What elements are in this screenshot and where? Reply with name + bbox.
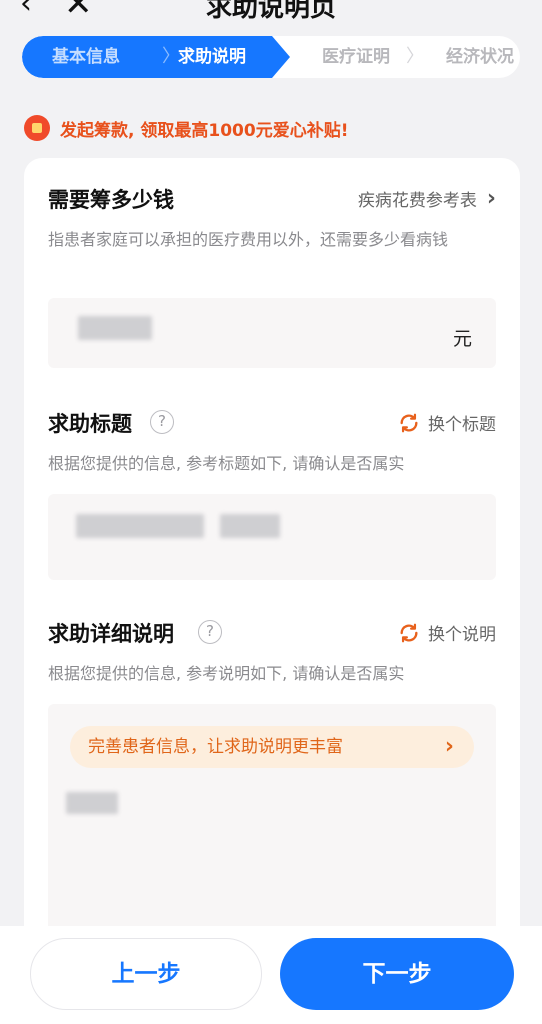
detail-section-description: 根据您提供的信息, 参考说明如下, 请确认是否属实 [48, 664, 405, 683]
chevron-right-icon: 〉 [406, 46, 424, 67]
step-medical-proof[interactable]: 医疗证明 [322, 36, 390, 78]
red-envelope-icon [24, 115, 50, 141]
page-title: 求助说明页 [205, 0, 336, 23]
step-help-description[interactable]: 求助说明 [178, 36, 246, 78]
next-step-button[interactable]: 下一步 [280, 938, 514, 1010]
bottom-action-bar: 上一步 下一步 [0, 926, 542, 1024]
previous-step-button[interactable]: 上一步 [30, 938, 262, 1010]
amount-section-description: 指患者家庭可以承担的医疗费用以外，还需要多少看病钱 [48, 230, 449, 249]
redacted-value [76, 514, 204, 538]
detail-section-title: 求助详细说明 [48, 622, 174, 646]
change-description-label: 换个说明 [428, 625, 496, 645]
cost-reference-link[interactable]: 疾病花费参考表 › [358, 186, 496, 211]
improve-info-hint[interactable]: 完善患者信息，让求助说明更丰富 › [70, 726, 474, 768]
redacted-value [220, 514, 280, 538]
nav-bar: ‹ ✕ 求助说明页 [0, 0, 542, 28]
help-title-input[interactable] [48, 494, 496, 580]
change-title-label: 换个标题 [428, 415, 496, 435]
chevron-right-icon: › [486, 186, 496, 211]
improve-info-hint-text: 完善患者信息，让求助说明更丰富 [88, 737, 343, 757]
amount-section-title: 需要筹多少钱 [48, 188, 174, 212]
change-title-button[interactable]: 换个标题 [398, 410, 496, 435]
form-card: 需要筹多少钱 疾病花费参考表 › 指患者家庭可以承担的医疗费用以外，还需要多少看… [24, 158, 520, 958]
promo-text: 发起筹款, 领取最高1000元爱心补贴! [60, 120, 349, 141]
progress-stepper: 基本信息 〉 求助说明 医疗证明 〉 经济状况 [22, 36, 520, 78]
help-icon[interactable]: ? [198, 620, 222, 644]
promo-banner[interactable]: 发起筹款, 领取最高1000元爱心补贴! [24, 114, 348, 142]
amount-input[interactable]: 元 [48, 298, 496, 368]
redacted-value [78, 316, 152, 340]
redacted-value [66, 792, 118, 814]
chevron-right-icon: › [444, 734, 454, 759]
help-title-section-description: 根据您提供的信息, 参考标题如下, 请确认是否属实 [48, 454, 405, 473]
cost-reference-label: 疾病花费参考表 [357, 191, 477, 211]
change-description-button[interactable]: 换个说明 [398, 620, 496, 645]
step-basic-info[interactable]: 基本信息 [52, 36, 120, 78]
refresh-icon [400, 623, 418, 642]
step-financial-status[interactable]: 经济状况 [446, 36, 514, 78]
amount-unit: 元 [452, 328, 472, 350]
help-title-section-title: 求助标题 [48, 412, 132, 436]
refresh-icon [400, 413, 418, 432]
help-icon[interactable]: ? [150, 410, 174, 434]
